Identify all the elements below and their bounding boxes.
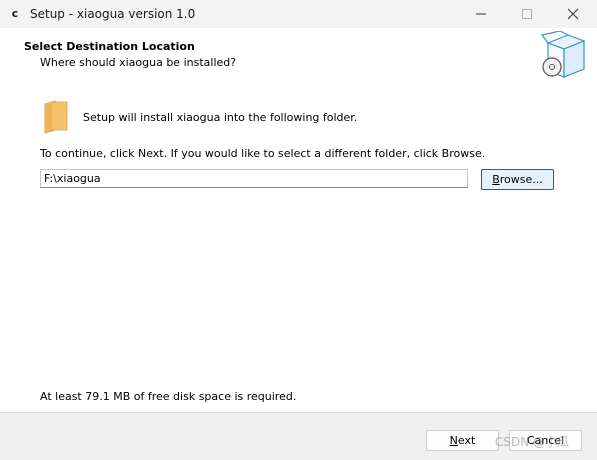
cancel-button[interactable]: Cancel: [509, 430, 582, 451]
continue-instructions: To continue, click Next. If you would li…: [40, 147, 486, 160]
next-button[interactable]: Next: [426, 430, 499, 451]
wizard-header: Select Destination Location Where should…: [0, 28, 597, 83]
browse-mnemonic: B: [492, 173, 500, 186]
maximize-button[interactable]: [504, 0, 550, 28]
browse-button[interactable]: Browse...: [481, 169, 554, 190]
minimize-button[interactable]: [458, 0, 504, 28]
disk-space-requirement: At least 79.1 MB of free disk space is r…: [40, 390, 297, 403]
destination-path-input[interactable]: [40, 169, 468, 188]
page-subtitle: Where should xiaogua be installed?: [40, 56, 237, 69]
folder-icon: [44, 100, 68, 134]
app-icon: c: [11, 7, 19, 20]
title-bar: c Setup - xiaogua version 1.0: [0, 0, 597, 28]
minimize-icon: [476, 13, 486, 15]
install-info-text: Setup will install xiaogua into the foll…: [83, 111, 358, 124]
close-button[interactable]: [550, 0, 596, 28]
wizard-footer: Next Cancel: [0, 412, 597, 460]
window-title: Setup - xiaogua version 1.0: [30, 7, 196, 21]
browse-label: rowse...: [499, 173, 543, 186]
setup-box-icon: [540, 31, 586, 78]
page-title: Select Destination Location: [24, 40, 195, 53]
maximize-icon: [522, 9, 532, 19]
next-label: ext: [457, 434, 476, 447]
next-mnemonic: N: [449, 434, 458, 447]
close-icon: [567, 8, 579, 20]
